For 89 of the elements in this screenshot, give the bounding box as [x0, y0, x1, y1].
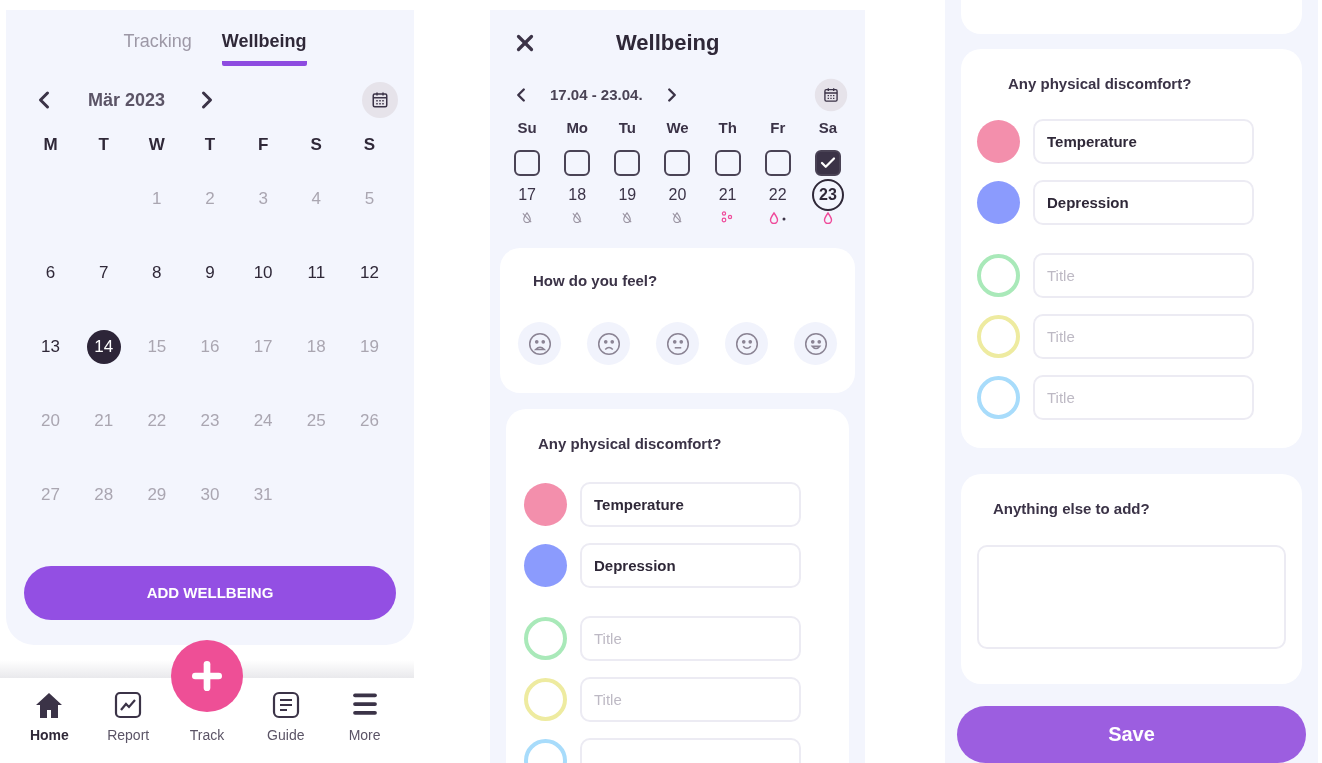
question-label: Any physical discomfort?: [538, 434, 723, 454]
calendar-day[interactable]: 14: [86, 329, 121, 364]
color-ring[interactable]: [977, 315, 1020, 359]
face-icon: [664, 330, 691, 357]
calendar-day[interactable]: 9: [193, 255, 227, 290]
calendar-day[interactable]: 7: [86, 255, 121, 290]
mood-button[interactable]: [656, 322, 699, 365]
document-icon: [271, 691, 300, 719]
week-range: 17.04 - 23.04.: [550, 84, 643, 105]
tab[interactable]: Wellbeing: [221, 28, 307, 66]
question-label: Anything else to add?: [993, 499, 1151, 520]
drop-dot-icon: [767, 210, 788, 224]
weekday-label: We: [666, 118, 689, 138]
nav-label: Track: [189, 726, 225, 745]
month-label: Mär 2023: [88, 88, 166, 112]
drop-icon: [821, 210, 834, 224]
week-date[interactable]: 20: [661, 178, 694, 211]
crossed-drop-icon: [571, 210, 584, 223]
mood-button[interactable]: [587, 322, 630, 365]
dots-icon: [720, 210, 735, 223]
weekday-label: Su: [517, 118, 537, 138]
day-checkbox[interactable]: [514, 149, 541, 176]
crossed-drop-icon: [671, 210, 684, 223]
crossed-drop-icon: [521, 210, 534, 223]
week-date[interactable]: 21: [711, 178, 744, 211]
title-field[interactable]: Temperature: [1033, 119, 1254, 165]
weekday-label: W: [148, 134, 165, 156]
face-icon: [595, 330, 622, 357]
face-icon: [733, 330, 760, 357]
calendar-button[interactable]: [814, 78, 848, 112]
nav-item[interactable]: Home: [14, 691, 85, 746]
nav-item[interactable]: Guide: [250, 691, 321, 746]
weekday-label: S: [363, 134, 376, 156]
nav-item[interactable]: Report: [93, 691, 164, 746]
face-icon: [802, 330, 829, 357]
calendar-day[interactable]: 8: [139, 255, 174, 290]
calendar-day[interactable]: 6: [33, 255, 68, 290]
mood-button[interactable]: [518, 322, 561, 365]
weekday-label: Th: [718, 118, 737, 138]
crossed-drop-icon: [621, 210, 634, 223]
day-checkbox[interactable]: [814, 149, 841, 176]
weekday-label: T: [204, 134, 216, 156]
calendar-day[interactable]: 12: [352, 255, 387, 290]
calendar-day[interactable]: 10: [246, 255, 281, 290]
calendar-day[interactable]: 11: [299, 255, 334, 290]
calendar-icon: [822, 86, 840, 104]
week-date[interactable]: 22: [761, 178, 794, 211]
calendar-icon: [371, 91, 389, 109]
weekday-label: Mo: [566, 118, 589, 138]
color-ring[interactable]: [977, 254, 1020, 298]
weekday-label: T: [98, 134, 109, 156]
add-wellbeing-button[interactable]: ADD WELLBEING: [24, 566, 396, 620]
day-checkbox[interactable]: [664, 149, 691, 176]
day-checkbox[interactable]: [564, 149, 591, 176]
weekday-label: S: [310, 134, 322, 156]
weekday-label: M: [43, 134, 58, 156]
color-ring[interactable]: [977, 376, 1020, 420]
weekday-label: Tu: [618, 118, 636, 138]
save-button[interactable]: Save: [957, 705, 1306, 763]
weekday-label: F: [257, 134, 269, 156]
line-chart-icon: [114, 691, 143, 719]
week-date[interactable]: 18: [561, 178, 594, 211]
title-field[interactable]: Title: [1033, 253, 1254, 299]
title-field[interactable]: Depression: [580, 542, 801, 588]
day-checkbox[interactable]: [764, 149, 791, 176]
face-icon: [526, 330, 553, 357]
calendar-button[interactable]: [362, 82, 398, 118]
question-label: How do you feel?: [533, 270, 659, 291]
mood-button[interactable]: [794, 322, 837, 365]
day-checkbox[interactable]: [614, 149, 641, 176]
nav-item[interactable]: More: [329, 689, 400, 746]
mood-button[interactable]: [725, 322, 768, 365]
week-date[interactable]: 23: [811, 178, 844, 211]
title-field[interactable]: Temperature: [580, 481, 801, 527]
title-field[interactable]: Title: [1033, 314, 1254, 360]
calendar-day[interactable]: 13: [33, 329, 68, 364]
title-field[interactable]: Title: [580, 676, 801, 722]
week-date[interactable]: 19: [611, 178, 644, 211]
title-field[interactable]: Title: [580, 615, 801, 661]
title-field[interactable]: Title: [1033, 375, 1254, 421]
weekday-label: Sa: [818, 118, 838, 138]
question-label: Any physical discomfort?: [1008, 73, 1193, 94]
week-date[interactable]: 17: [511, 178, 544, 211]
title-field[interactable]: Depression: [1033, 180, 1254, 226]
screen-title: Wellbeing: [616, 29, 720, 57]
color-ring[interactable]: [524, 616, 567, 660]
weekday-label: Fr: [770, 118, 786, 138]
color-ring[interactable]: [524, 677, 567, 721]
day-checkbox[interactable]: [714, 149, 741, 176]
